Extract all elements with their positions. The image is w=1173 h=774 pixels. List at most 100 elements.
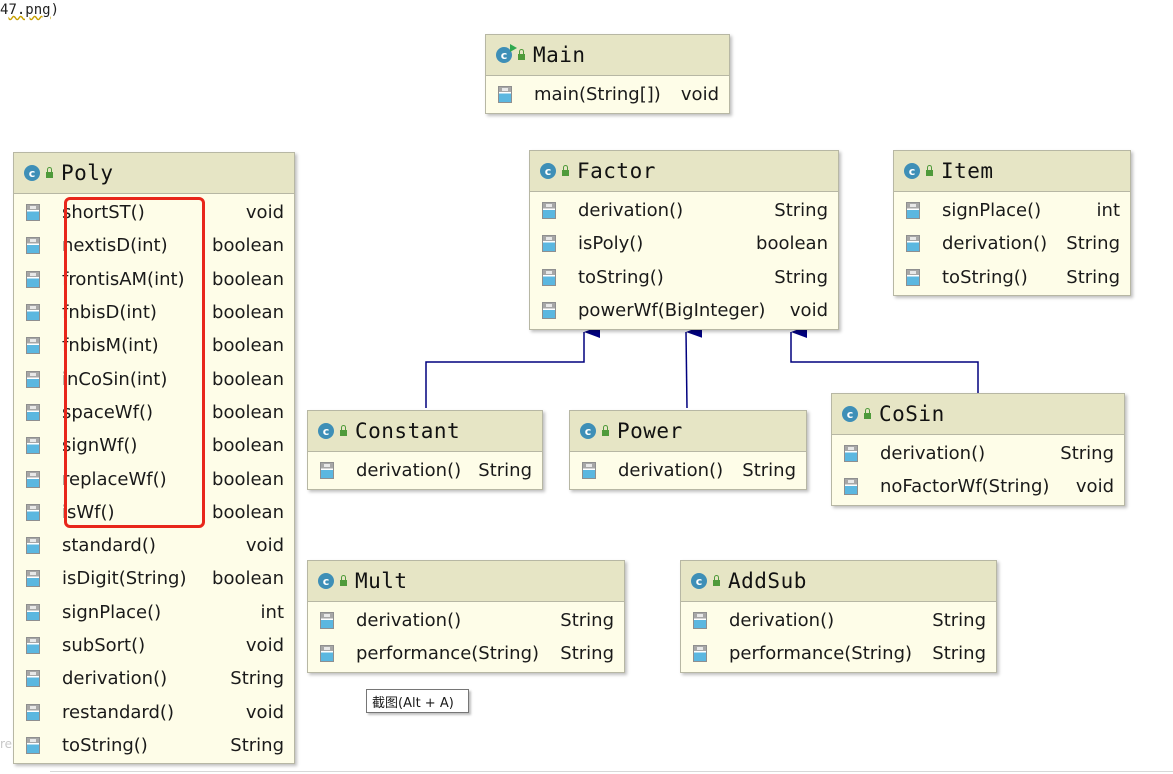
method-row[interactable]: main(String[]) void (486, 78, 729, 111)
class-constant[interactable]: c Constant derivation() String (307, 410, 543, 490)
method-return-type: boolean (212, 501, 284, 523)
method-return-type: String (742, 460, 796, 482)
class-c-icon: c (842, 406, 858, 422)
method-name: signPlace() (62, 601, 162, 623)
method-return-type: int (1096, 200, 1120, 222)
class-header[interactable]: c Power (570, 411, 806, 452)
method-icon (26, 304, 40, 322)
method-return-type: boolean (212, 335, 284, 357)
method-row[interactable]: restandard() void (14, 695, 294, 728)
method-name: performance(String) (356, 643, 540, 665)
method-icon (582, 462, 596, 480)
constant-extends-factor-arrow (425, 326, 600, 408)
class-c-icon: c (540, 163, 556, 179)
method-row[interactable]: noFactorWf(String) void (832, 470, 1124, 503)
class-name: Power (617, 419, 683, 443)
method-row[interactable]: derivation() String (570, 454, 806, 487)
method-row[interactable]: subSort() void (14, 629, 294, 662)
method-return-type: void (245, 202, 284, 224)
class-header[interactable]: c Mult (308, 561, 624, 602)
method-icon (26, 703, 40, 721)
method-return-type: boolean (756, 233, 828, 255)
class-header[interactable]: c Constant (308, 411, 542, 452)
method-icon (26, 403, 40, 421)
method-icon (906, 235, 920, 253)
method-return-type: String (932, 643, 986, 665)
method-row[interactable]: isPoly() boolean (530, 227, 838, 260)
method-return-type: boolean (212, 401, 284, 423)
method-row[interactable]: isDigit(String) boolean (14, 562, 294, 595)
class-header[interactable]: c Poly (14, 153, 294, 194)
method-return-type: boolean (212, 235, 284, 257)
class-c-icon: c (496, 44, 517, 63)
public-lock-icon (46, 167, 53, 178)
method-row[interactable]: performance(String) String (308, 637, 624, 670)
method-icon (26, 537, 40, 555)
method-name: powerWf(BigInteger) (578, 300, 766, 322)
public-lock-icon (713, 575, 720, 586)
class-c-icon: c (318, 423, 334, 439)
class-c-icon: c (318, 573, 334, 589)
class-c-icon: c (580, 423, 596, 439)
method-row[interactable]: derivation() String (308, 604, 624, 637)
method-icon (542, 235, 556, 253)
method-row[interactable]: toString() String (894, 261, 1130, 294)
class-header[interactable]: c Item (894, 151, 1130, 192)
method-name: derivation() (618, 460, 724, 482)
method-return-type: String (932, 610, 986, 632)
method-name: performance(String) (729, 643, 913, 665)
method-name: derivation() (578, 200, 684, 222)
method-row[interactable]: performance(String) String (681, 637, 996, 670)
public-lock-icon (518, 49, 525, 60)
class-main[interactable]: c Main main(String[]) void (485, 34, 730, 114)
method-return-type: String (774, 200, 828, 222)
class-header[interactable]: c CoSin (832, 394, 1124, 435)
method-row[interactable]: derivation() String (832, 437, 1124, 470)
class-c-icon: c (691, 573, 707, 589)
method-icon (844, 478, 858, 496)
method-row[interactable]: derivation() String (894, 227, 1130, 260)
method-return-type: String (774, 266, 828, 288)
method-row[interactable]: derivation() String (681, 604, 996, 637)
method-icon (26, 503, 40, 521)
class-header[interactable]: c Main (486, 35, 729, 76)
method-icon (26, 437, 40, 455)
method-name: toString() (62, 734, 148, 756)
method-row[interactable]: signPlace() int (894, 194, 1130, 227)
public-lock-icon (340, 575, 347, 586)
class-name: AddSub (728, 569, 807, 593)
method-name: noFactorWf(String) (880, 476, 1050, 498)
method-name: derivation() (62, 668, 168, 690)
class-c-icon: c (904, 163, 920, 179)
method-return-type: void (245, 535, 284, 557)
class-addsub[interactable]: c AddSub derivation() String performance(Str… (680, 560, 997, 673)
public-lock-icon (562, 165, 569, 176)
method-row[interactable]: standard() void (14, 529, 294, 562)
method-icon (26, 670, 40, 688)
method-row[interactable]: derivation() String (530, 194, 838, 227)
class-mult[interactable]: c Mult derivation() String performance(Strin… (307, 560, 625, 673)
method-icon (542, 202, 556, 220)
method-icon (693, 612, 707, 630)
class-header[interactable]: c Factor (530, 151, 838, 192)
class-item[interactable]: c Item signPlace() int derivation() String toS… (893, 150, 1131, 296)
public-lock-icon (926, 165, 933, 176)
public-lock-icon (864, 408, 871, 419)
method-return-type: boolean (212, 435, 284, 457)
method-icon (906, 202, 920, 220)
method-icon (26, 237, 40, 255)
class-cosin[interactable]: c CoSin derivation() String noFactorWf(Strin… (831, 393, 1125, 506)
method-return-type: boolean (212, 302, 284, 324)
method-row[interactable]: derivation() String (14, 662, 294, 695)
method-icon (320, 612, 334, 630)
method-icon (26, 270, 40, 288)
class-power[interactable]: c Power derivation() String (569, 410, 807, 490)
method-row[interactable]: toString() String (530, 261, 838, 294)
method-icon (542, 268, 556, 286)
class-header[interactable]: c AddSub (681, 561, 996, 602)
class-factor[interactable]: c Factor derivation() String isPoly() boolean… (529, 150, 839, 330)
method-row[interactable]: powerWf(BigInteger) void (530, 294, 838, 327)
method-row[interactable]: signPlace() int (14, 596, 294, 629)
method-row[interactable]: toString() String (14, 729, 294, 762)
method-row[interactable]: derivation() String (308, 454, 542, 487)
